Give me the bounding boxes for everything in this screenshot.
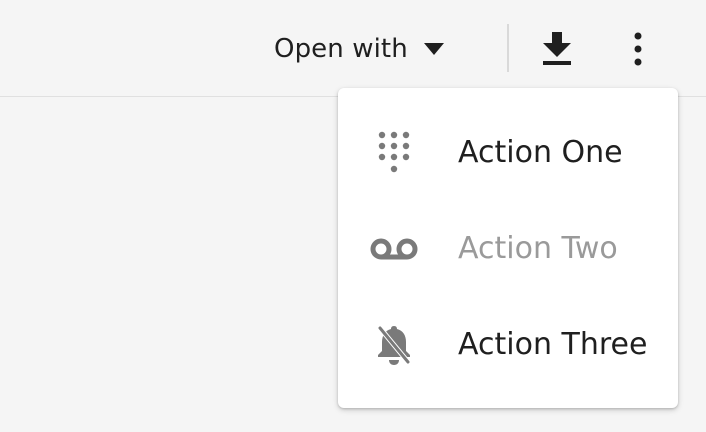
actions-menu: Action One Action Two Action Three xyxy=(338,88,678,408)
download-button[interactable] xyxy=(535,24,579,74)
open-with-dropdown-button[interactable]: Open with xyxy=(262,24,456,74)
toolbar-divider xyxy=(507,24,509,72)
top-toolbar: Open with xyxy=(0,0,706,97)
dialpad-icon xyxy=(368,127,420,179)
menu-item-action-one[interactable]: Action One xyxy=(338,105,678,201)
menu-item-action-two[interactable]: Action Two xyxy=(338,201,678,297)
menu-item-label: Action One xyxy=(458,135,623,170)
menu-item-label: Action Two xyxy=(458,231,618,266)
voicemail-icon xyxy=(368,223,420,275)
chevron-down-icon xyxy=(423,43,444,55)
notifications-off-icon xyxy=(368,319,420,371)
open-with-label: Open with xyxy=(274,34,408,64)
menu-item-action-three[interactable]: Action Three xyxy=(338,297,678,393)
more-vertical-icon xyxy=(633,32,643,66)
menu-item-label: Action Three xyxy=(458,327,648,362)
more-options-button[interactable] xyxy=(616,24,660,74)
download-icon xyxy=(542,32,572,66)
